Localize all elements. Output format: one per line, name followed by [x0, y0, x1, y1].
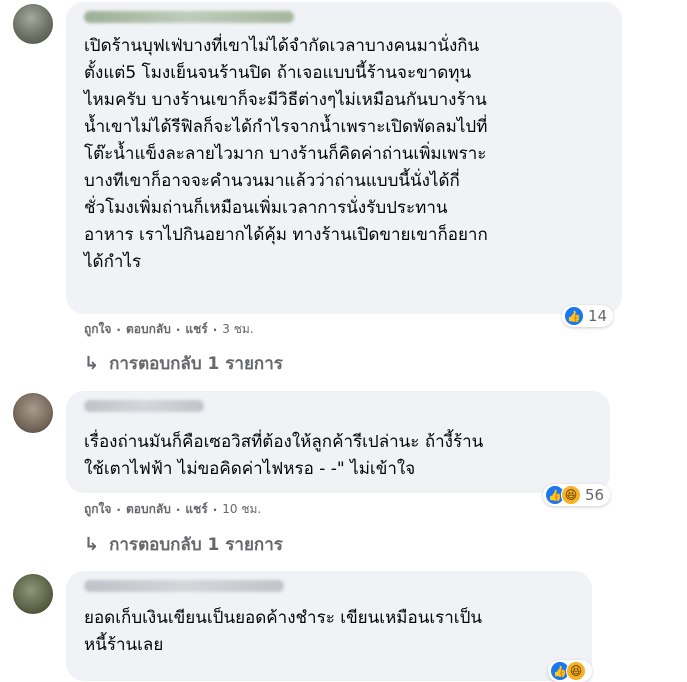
reaction-summary[interactable]: 👍 😆 56 — [543, 484, 611, 506]
reaction-count: 14 — [588, 307, 608, 325]
commenter-name[interactable] — [84, 580, 284, 592]
separator: · — [212, 502, 218, 517]
reaction-summary[interactable]: 👍 14 — [562, 305, 614, 327]
reply-button[interactable]: ตอบกลับ — [126, 500, 171, 519]
comment-text: ยอดเก็บเงินเขียนเป็นยอดค้างชำระ เขียนเหม… — [84, 608, 483, 655]
comment-bubble: เปิดร้านบุฟเฟ่บางที่เขาไม่ได้จำกัดเวลาบา… — [66, 2, 622, 314]
haha-icon: 😆 — [566, 661, 586, 681]
comment-text: เรื่องถ่านมันก็คือเซอวิสที่ต้องให้ลูกค้า… — [84, 432, 484, 479]
reaction-count: 56 — [585, 486, 605, 504]
view-replies-link[interactable]: ↳ การตอบกลับ 1 รายการ — [84, 531, 283, 558]
commenter-avatar[interactable] — [13, 4, 53, 44]
reply-button[interactable]: ตอบกลับ — [126, 320, 171, 339]
comment-bubble: ยอดเก็บเงินเขียนเป็นยอดค้างชำระ เขียนเหม… — [66, 571, 592, 681]
share-button[interactable]: แชร์ — [185, 500, 207, 519]
separator: · — [175, 502, 181, 517]
like-button[interactable]: ถูกใจ — [84, 500, 111, 519]
like-button[interactable]: ถูกใจ — [84, 320, 111, 339]
timestamp[interactable]: 10 ชม. — [222, 500, 261, 519]
separator: · — [116, 322, 121, 337]
reaction-summary[interactable]: 👍 😆 — [548, 660, 592, 682]
like-icon: 👍 — [564, 306, 584, 326]
comment-actions: ถูกใจ · ตอบกลับ · แชร์ · 10 ชม. — [84, 500, 261, 519]
timestamp[interactable]: 3 ชม. — [222, 320, 253, 339]
commenter-name[interactable] — [84, 11, 294, 23]
commenter-avatar[interactable] — [13, 393, 53, 433]
haha-icon: 😆 — [561, 485, 581, 505]
view-replies-label: การตอบกลับ 1 รายการ — [109, 354, 283, 374]
view-replies-label: การตอบกลับ 1 รายการ — [109, 535, 283, 555]
share-button[interactable]: แชร์ — [185, 320, 207, 339]
commenter-avatar[interactable] — [13, 574, 53, 614]
view-replies-link[interactable]: ↳ การตอบกลับ 1 รายการ — [84, 350, 283, 377]
reply-arrow-icon: ↳ — [84, 534, 100, 555]
comment-actions: ถูกใจ · ตอบกลับ · แชร์ · 3 ชม. — [84, 320, 254, 339]
reply-arrow-icon: ↳ — [84, 353, 100, 374]
separator: · — [175, 322, 181, 337]
commenter-name[interactable] — [84, 400, 204, 412]
separator: · — [212, 322, 218, 337]
comment-bubble: เรื่องถ่านมันก็คือเซอวิสที่ต้องให้ลูกค้า… — [66, 391, 610, 493]
separator: · — [116, 502, 121, 517]
comment-text: เปิดร้านบุฟเฟ่บางที่เขาไม่ได้จำกัดเวลาบา… — [84, 36, 488, 272]
